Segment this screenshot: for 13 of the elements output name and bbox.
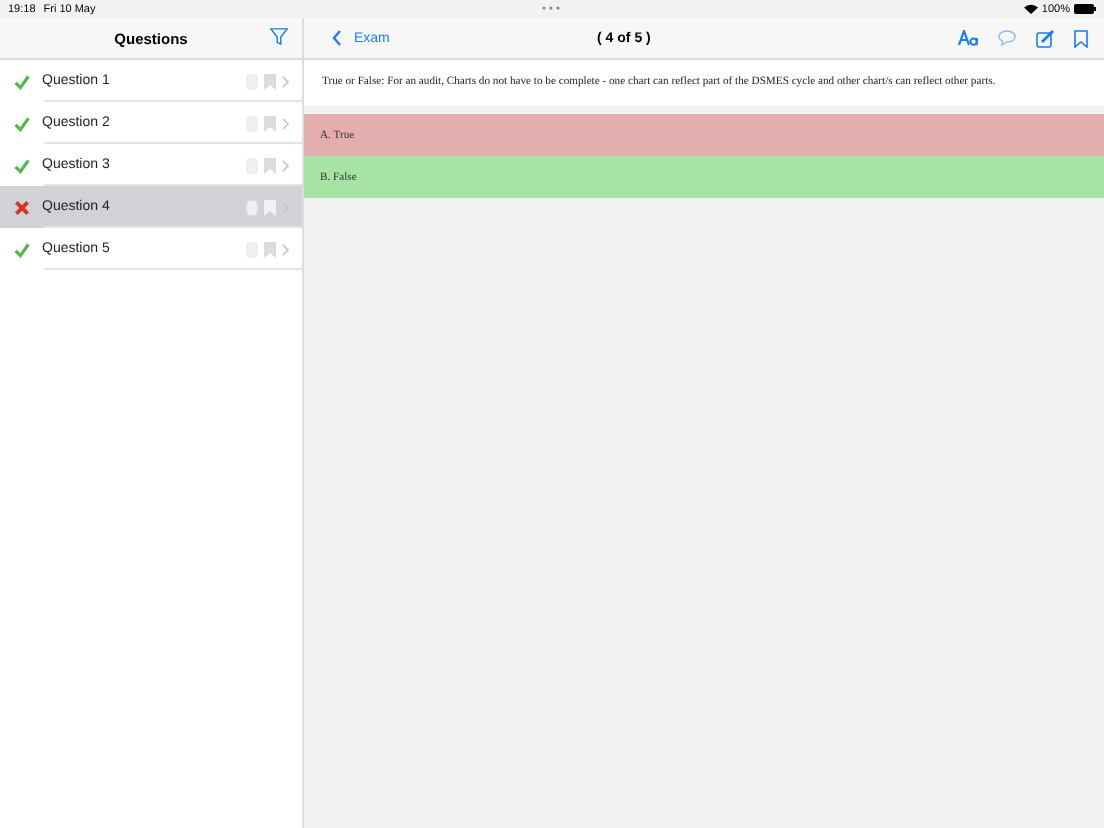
wifi-icon — [1023, 4, 1038, 14]
chevron-icon — [282, 75, 290, 87]
back-chevron-icon — [332, 30, 342, 46]
edit-icon[interactable] — [1036, 29, 1054, 47]
chevron-icon — [282, 159, 290, 171]
bookmark-icon[interactable] — [1074, 29, 1088, 47]
chevron-icon — [282, 243, 290, 255]
filter-icon[interactable] — [270, 28, 288, 46]
note-icon — [246, 199, 258, 215]
battery-icon — [1074, 4, 1096, 14]
comment-icon[interactable] — [998, 30, 1016, 46]
font-size-icon[interactable] — [958, 30, 978, 46]
chevron-icon — [282, 117, 290, 129]
